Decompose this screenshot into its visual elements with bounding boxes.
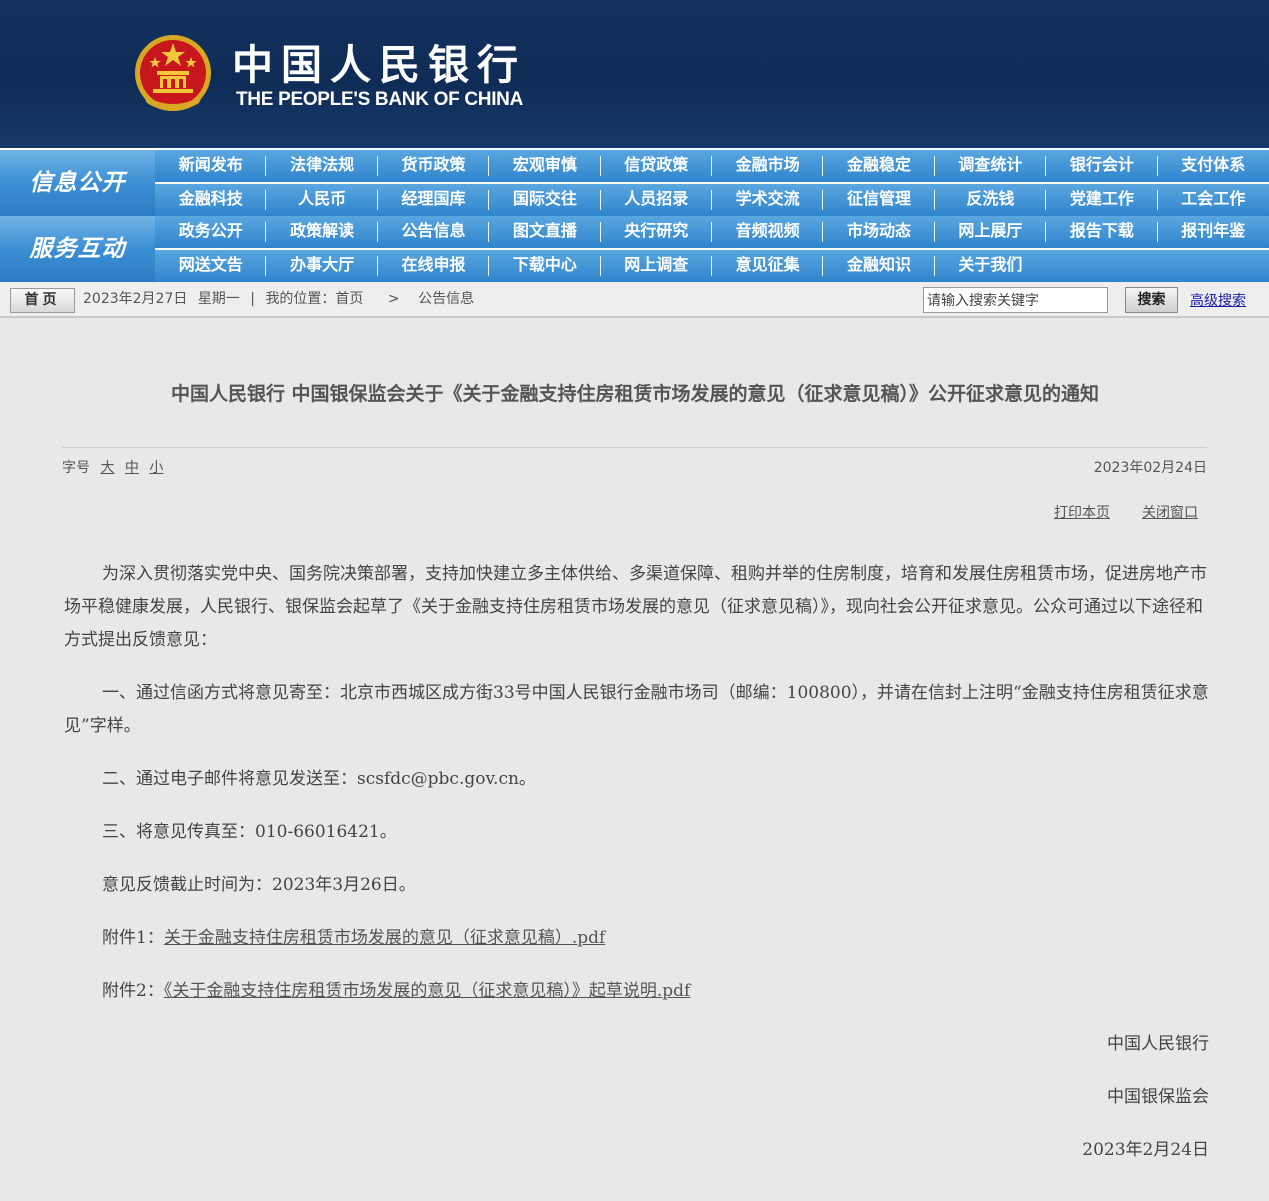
- attachment-2: 附件2：《关于金融支持住房租赁市场发展的意见（征求意见稿）》起草说明.pdf: [64, 975, 1209, 1008]
- attachment-2-label: 附件2：: [102, 981, 164, 1001]
- brand-name-cn: 中国人民银行: [232, 41, 526, 89]
- breadcrumb-home-link[interactable]: 我的位置：首页: [265, 291, 363, 307]
- home-button[interactable]: 首页: [10, 288, 75, 313]
- article-title: 中国人民银行 中国银保监会关于《关于金融支持住房租赁市场发展的意见（征求意见稿）…: [170, 383, 1100, 405]
- attachment-1-label: 附件1：: [102, 928, 164, 948]
- nav-block-service: 服务互动 政务公开 政策解读 公告信息 图文直播 央行研究 音频视频 市场动态 …: [0, 216, 1269, 282]
- nav-item-party-building[interactable]: 党建工作: [1046, 184, 1158, 216]
- current-weekday: 星期一: [197, 291, 240, 307]
- nav-item-opinion-collection[interactable]: 意见征集: [712, 250, 824, 282]
- national-emblem-icon: [135, 35, 211, 111]
- nav-item-anti-money-laundering[interactable]: 反洗钱: [935, 184, 1047, 216]
- nav-item-yearbook[interactable]: 报刊年鉴: [1158, 216, 1269, 248]
- current-date: 2023年2月27日: [83, 291, 188, 307]
- breadcrumb: 2023年2月27日 星期一 | 我的位置：首页 > 公告信息: [83, 290, 480, 308]
- nav-item-live[interactable]: 图文直播: [489, 216, 601, 248]
- nav-item-rmb[interactable]: 人民币: [266, 184, 379, 216]
- nav-item-research[interactable]: 央行研究: [601, 216, 713, 248]
- breadcrumb-current[interactable]: 公告信息: [418, 291, 474, 307]
- nav-item-government-affairs[interactable]: 政务公开: [155, 216, 267, 248]
- nav-item-service-hall[interactable]: 办事大厅: [266, 250, 379, 282]
- print-page-link[interactable]: 打印本页: [1054, 502, 1110, 522]
- nav-item-policy-interpretation[interactable]: 政策解读: [266, 216, 379, 248]
- attachment-2-link[interactable]: 《关于金融支持住房租赁市场发展的意见（征求意见稿）》起草说明.pdf: [164, 981, 690, 1001]
- nav-item-union[interactable]: 工会工作: [1158, 184, 1269, 216]
- nav-row-3: 政务公开 政策解读 公告信息 图文直播 央行研究 音频视频 市场动态 网上展厅 …: [155, 216, 1269, 248]
- nav-item-recruitment[interactable]: 人员招录: [601, 184, 713, 216]
- nav-item-monetary-policy[interactable]: 货币政策: [378, 150, 490, 182]
- nav-item-macroprudential[interactable]: 宏观审慎: [489, 150, 601, 182]
- nav-item-credit-reference[interactable]: 征信管理: [823, 184, 936, 216]
- nav-item-treasury[interactable]: 经理国库: [378, 184, 490, 216]
- title-divider: [62, 447, 1207, 448]
- breadcrumb-arrow-icon: >: [387, 291, 400, 307]
- breadcrumb-separator: |: [250, 291, 255, 307]
- attachment-1-link[interactable]: 关于金融支持住房租赁市场发展的意见（征求意见稿）.pdf: [164, 928, 605, 948]
- breadcrumb-bar: 首页 2023年2月27日 星期一 | 我的位置：首页 > 公告信息 搜索 高级…: [0, 282, 1269, 318]
- nav-item-download-center[interactable]: 下载中心: [489, 250, 601, 282]
- nav-item-financial-knowledge[interactable]: 金融知识: [823, 250, 936, 282]
- advanced-search-link[interactable]: 高级搜索: [1190, 290, 1246, 310]
- nav-item-accounting[interactable]: 银行会计: [1046, 150, 1158, 182]
- article-body: 为深入贯彻落实党中央、国务院决策部署，支持加快建立多主体供给、多渠道保障、租购并…: [64, 558, 1209, 1187]
- paragraph-intro: 为深入贯彻落实党中央、国务院决策部署，支持加快建立多主体供给、多渠道保障、租购并…: [64, 564, 1207, 650]
- nav-item-online-survey[interactable]: 网上调查: [601, 250, 713, 282]
- nav-item-academic[interactable]: 学术交流: [712, 184, 824, 216]
- brand-name-en: THE PEOPLE'S BANK OF CHINA: [236, 89, 524, 110]
- nav-item-online-exhibition[interactable]: 网上展厅: [935, 216, 1047, 248]
- signature-cbirc: 中国银保监会: [1107, 1087, 1209, 1107]
- font-size-label: 字号: [62, 460, 90, 476]
- nav-row-4: 网送文告 办事大厅 在线申报 下载中心 网上调查 意见征集 金融知识 关于我们: [155, 250, 1269, 282]
- nav-item-media[interactable]: 音频视频: [712, 216, 824, 248]
- paragraph-fax: 三、将意见传真至：010-66016421。: [102, 822, 397, 842]
- nav-item-laws[interactable]: 法律法规: [266, 150, 379, 182]
- nav-item-online-filing[interactable]: 在线申报: [378, 250, 490, 282]
- nav-block-info: 信息公开 新闻发布 法律法规 货币政策 宏观审慎 信贷政策 金融市场 金融稳定 …: [0, 150, 1269, 216]
- search-button[interactable]: 搜索: [1125, 287, 1178, 313]
- nav-item-report-download[interactable]: 报告下载: [1046, 216, 1158, 248]
- font-size-selector: 字号 大 中 小: [62, 457, 163, 477]
- paragraph-deadline: 意见反馈截止时间为：2023年3月26日。: [102, 875, 416, 895]
- nav-item-statistics[interactable]: 调查统计: [935, 150, 1047, 182]
- font-size-small-link[interactable]: 小: [149, 460, 163, 476]
- signature-pboc: 中国人民银行: [1107, 1034, 1209, 1054]
- attachment-1: 附件1：关于金融支持住房租赁市场发展的意见（征求意见稿）.pdf: [64, 922, 1209, 955]
- font-size-large-link[interactable]: 大: [100, 460, 114, 476]
- nav-item-news[interactable]: 新闻发布: [155, 150, 267, 182]
- nav-block-label-info: 信息公开: [0, 150, 155, 216]
- signature-date: 2023年2月24日: [1082, 1140, 1209, 1160]
- nav-item-documents[interactable]: 网送文告: [155, 250, 267, 282]
- nav-item-financial-markets[interactable]: 金融市场: [712, 150, 824, 182]
- publish-date: 2023年02月24日: [1093, 460, 1207, 476]
- main-navigation: 信息公开 新闻发布 法律法规 货币政策 宏观审慎 信贷政策 金融市场 金融稳定 …: [0, 148, 1269, 282]
- nav-item-about-us[interactable]: 关于我们: [935, 250, 1046, 282]
- nav-row-2: 金融科技 人民币 经理国库 国际交往 人员招录 学术交流 征信管理 反洗钱 党建…: [155, 184, 1269, 216]
- nav-item-payment-system[interactable]: 支付体系: [1158, 150, 1269, 182]
- nav-row-1: 新闻发布 法律法规 货币政策 宏观审慎 信贷政策 金融市场 金融稳定 调查统计 …: [155, 150, 1269, 182]
- nav-item-market-news[interactable]: 市场动态: [823, 216, 936, 248]
- nav-item-announcements[interactable]: 公告信息: [378, 216, 490, 248]
- nav-block-label-service: 服务互动: [0, 216, 155, 282]
- paragraph-mail: 一、通过信函方式将意见寄至：北京市西城区成方街33号中国人民银行金融市场司（邮编…: [64, 683, 1209, 736]
- site-banner: 中国人民银行 THE PEOPLE'S BANK OF CHINA: [0, 0, 1269, 148]
- paragraph-email: 二、通过电子邮件将意见发送至：scsfdc@pbc.gov.cn。: [102, 769, 536, 789]
- nav-item-international[interactable]: 国际交往: [489, 184, 601, 216]
- nav-item-fintech[interactable]: 金融科技: [155, 184, 267, 216]
- font-size-medium-link[interactable]: 中: [125, 460, 139, 476]
- nav-item-credit-policy[interactable]: 信贷政策: [601, 150, 713, 182]
- search-input[interactable]: [923, 287, 1108, 313]
- close-window-link[interactable]: 关闭窗口: [1142, 502, 1198, 522]
- nav-item-financial-stability[interactable]: 金融稳定: [823, 150, 936, 182]
